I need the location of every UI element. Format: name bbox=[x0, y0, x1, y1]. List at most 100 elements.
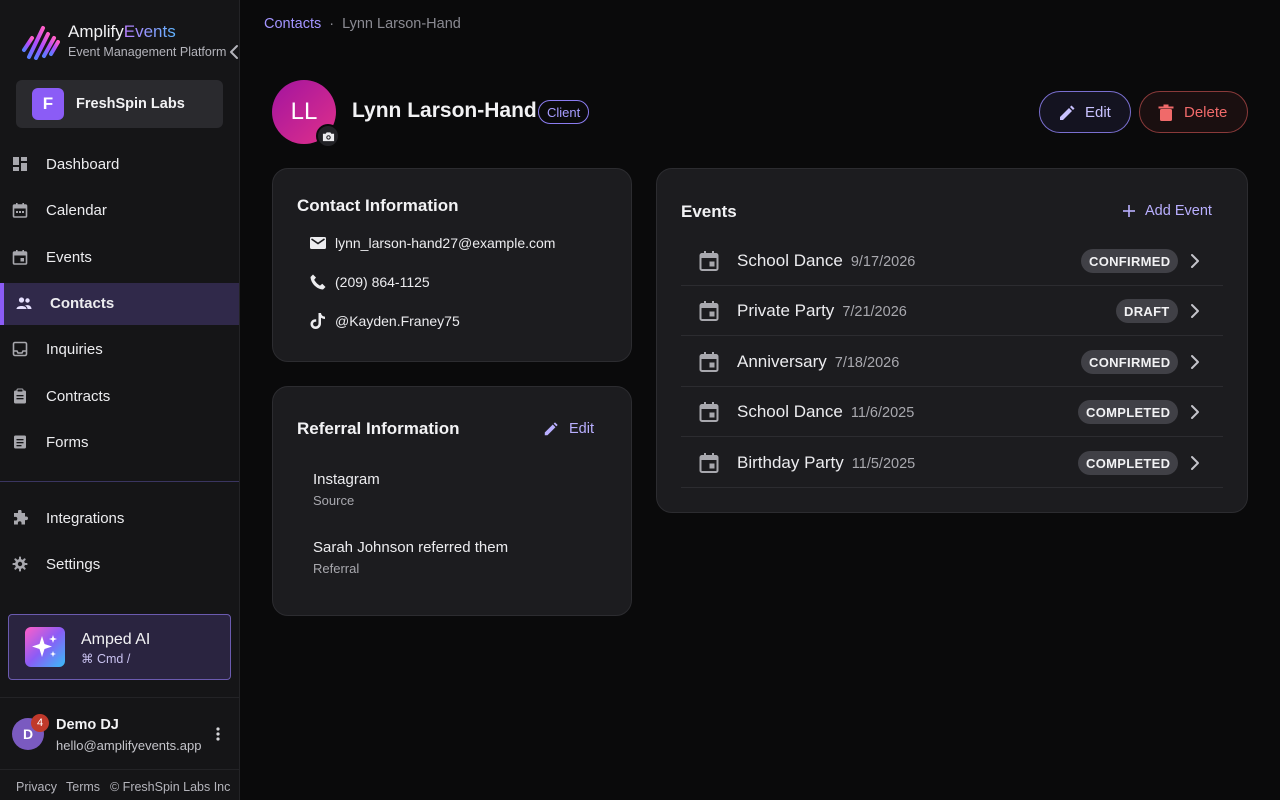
event-name-line: Birthday Party 11/5/2025 bbox=[737, 453, 915, 473]
chevron-right-icon bbox=[1191, 254, 1199, 268]
breadcrumb: Contacts · Lynn Larson-Hand bbox=[264, 16, 461, 32]
user-name: Demo DJ bbox=[56, 717, 119, 733]
nav-item-dashboard[interactable]: Dashboard bbox=[0, 144, 239, 186]
chevron-right-icon bbox=[1191, 355, 1199, 369]
nav-item-settings[interactable]: Settings bbox=[0, 544, 239, 586]
inbox-icon bbox=[12, 341, 28, 357]
event-date: 7/18/2026 bbox=[834, 355, 900, 371]
page-title: Lynn Larson-Hand bbox=[352, 99, 537, 122]
event-row[interactable]: School Dance 9/17/2026 CONFIRMED bbox=[681, 236, 1223, 286]
nav-label: Inquiries bbox=[46, 341, 103, 358]
referral-referrer: Sarah Johnson referred them Referral bbox=[313, 539, 508, 576]
nav-label: Contracts bbox=[46, 388, 111, 405]
tiktok-icon bbox=[310, 313, 325, 329]
event-name: Anniversary bbox=[737, 352, 827, 371]
org-switcher[interactable]: F FreshSpin Labs bbox=[16, 80, 223, 128]
status-badge: CONFIRMED bbox=[1081, 350, 1179, 374]
contacts-icon bbox=[16, 297, 32, 309]
events-card: Events Add Event School Dance 9/17/2026 C… bbox=[656, 168, 1248, 513]
edit-label: Edit bbox=[1085, 104, 1111, 121]
org-name: FreshSpin Labs bbox=[76, 96, 185, 112]
referral-referrer-value: Sarah Johnson referred them bbox=[313, 539, 509, 556]
nav-label: Integrations bbox=[46, 510, 125, 527]
status-badge: DRAFT bbox=[1116, 299, 1178, 323]
pencil-icon bbox=[544, 422, 558, 436]
plus-icon bbox=[1123, 205, 1135, 217]
dashboard-icon bbox=[13, 157, 27, 171]
event-name: School Dance bbox=[737, 251, 843, 270]
event-row[interactable]: Private Party 7/21/2026 DRAFT bbox=[681, 286, 1223, 336]
calendar-icon bbox=[12, 203, 28, 218]
event-name: Birthday Party bbox=[737, 453, 844, 472]
amplify-logo-icon bbox=[22, 26, 60, 60]
camera-icon bbox=[322, 131, 334, 141]
chevron-right-icon bbox=[1191, 456, 1199, 470]
contact-info-title: Contact Information bbox=[297, 196, 459, 215]
event-row[interactable]: Birthday Party 11/5/2025 COMPLETED bbox=[681, 438, 1223, 488]
copyright: © FreshSpin Labs Inc bbox=[110, 780, 231, 794]
event-date: 11/6/2025 bbox=[850, 405, 915, 421]
org-avatar: F bbox=[32, 88, 64, 120]
delete-label: Delete bbox=[1184, 104, 1228, 121]
contact-info-card: Contact Information lynn_larson-hand27@e… bbox=[272, 168, 632, 362]
event-name: Private Party bbox=[737, 301, 835, 320]
nav-divider bbox=[0, 481, 239, 482]
chevron-right-icon bbox=[1191, 405, 1199, 419]
event-name: School Dance bbox=[737, 402, 843, 421]
edit-contact-button[interactable]: Edit bbox=[1039, 91, 1131, 133]
change-photo-button[interactable] bbox=[316, 124, 340, 148]
chevron-right-icon bbox=[1191, 304, 1199, 318]
contact-type-badge: Client bbox=[538, 100, 590, 124]
nav-label: Contacts bbox=[50, 295, 115, 312]
contact-phone: (209) 864-1125 bbox=[335, 274, 430, 290]
referral-info-card: Referral Information Edit Instagram Sour… bbox=[272, 386, 632, 616]
mail-icon bbox=[310, 237, 326, 249]
event-date: 9/17/2026 bbox=[850, 254, 916, 270]
nav-item-forms[interactable]: Forms bbox=[0, 422, 239, 464]
pencil-icon bbox=[1060, 105, 1075, 120]
nav-item-calendar[interactable]: Calendar bbox=[0, 190, 239, 232]
brand: AmplifyEvents Event Management Platform bbox=[20, 18, 238, 64]
breadcrumb-contacts-link[interactable]: Contacts bbox=[264, 16, 321, 32]
contact-tiktok: @Kayden.Franey75 bbox=[335, 313, 460, 329]
brand-name-prefix: Amplify bbox=[68, 22, 124, 41]
collapse-sidebar-icon[interactable] bbox=[224, 42, 244, 62]
event-row[interactable]: School Dance 11/6/2025 COMPLETED bbox=[681, 387, 1223, 437]
referral-source: Instagram Source bbox=[313, 471, 380, 508]
contact-email: lynn_larson-hand27@example.com bbox=[335, 235, 556, 251]
user-profile: D 4 Demo DJ hello@amplifyevents.app bbox=[0, 697, 239, 769]
brand-name: AmplifyEvents bbox=[68, 22, 176, 42]
calendar-icon bbox=[699, 301, 719, 321]
edit-label: Edit bbox=[569, 421, 594, 437]
nav-label: Forms bbox=[46, 434, 89, 451]
phone-icon bbox=[310, 274, 326, 290]
terms-link[interactable]: Terms bbox=[66, 780, 100, 794]
calendar-icon bbox=[699, 251, 719, 271]
calendar-icon bbox=[699, 402, 719, 422]
nav-item-inquiries[interactable]: Inquiries bbox=[0, 329, 239, 371]
nav-item-integrations[interactable]: Integrations bbox=[0, 498, 239, 540]
gear-icon bbox=[12, 556, 28, 572]
user-email: hello@amplifyevents.app bbox=[56, 738, 202, 753]
nav-label: Events bbox=[46, 249, 92, 266]
puzzle-icon bbox=[14, 510, 28, 525]
breadcrumb-current: Lynn Larson-Hand bbox=[342, 16, 461, 32]
add-event-button[interactable]: Add Event bbox=[1121, 201, 1213, 223]
clipboard-icon bbox=[14, 388, 26, 404]
nav-label: Settings bbox=[46, 556, 101, 573]
event-row[interactable]: Anniversary 7/18/2026 CONFIRMED bbox=[681, 337, 1223, 387]
sparkle-icon bbox=[32, 635, 57, 657]
nav-item-contacts[interactable]: Contacts bbox=[0, 283, 239, 325]
delete-contact-button[interactable]: Delete bbox=[1139, 91, 1248, 133]
edit-referral-button[interactable]: Edit bbox=[543, 419, 599, 441]
footer-links: Privacy Terms © FreshSpin Labs Inc bbox=[0, 769, 239, 800]
event-name-line: Private Party 7/21/2026 bbox=[737, 301, 907, 321]
nav-item-contracts[interactable]: Contracts bbox=[0, 376, 239, 418]
event-icon bbox=[12, 250, 28, 265]
nav-item-events[interactable]: Events bbox=[0, 237, 239, 279]
status-badge: CONFIRMED bbox=[1081, 249, 1179, 273]
more-vertical-icon[interactable] bbox=[210, 726, 226, 742]
privacy-link[interactable]: Privacy bbox=[16, 780, 57, 794]
nav-label: Dashboard bbox=[46, 156, 120, 173]
amped-ai-button[interactable]: Amped AI ⌘ Cmd / bbox=[8, 614, 231, 680]
